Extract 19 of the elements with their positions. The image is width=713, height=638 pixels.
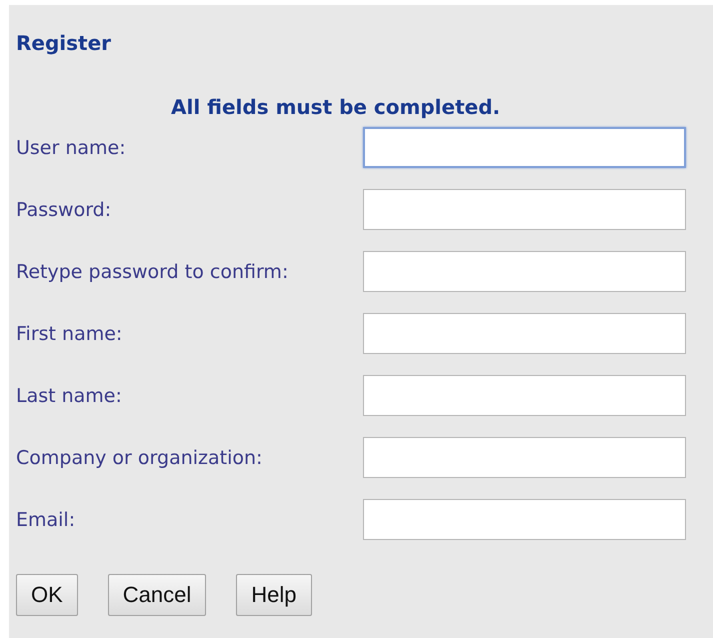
input-field[interactable] bbox=[363, 375, 686, 416]
dialog-button[interactable]: Cancel bbox=[108, 574, 206, 616]
input-field[interactable] bbox=[363, 313, 686, 354]
input-field[interactable] bbox=[363, 251, 686, 292]
input-field[interactable] bbox=[363, 499, 686, 540]
field-label: Company or organization: bbox=[16, 446, 264, 468]
dialog-button[interactable]: OK bbox=[16, 574, 78, 616]
field-label: Retype password to confirm: bbox=[16, 260, 290, 282]
field-label: First name: bbox=[16, 322, 124, 344]
dialog-title: Register bbox=[16, 31, 112, 55]
field-label: Email: bbox=[16, 508, 76, 530]
field-label: User name: bbox=[16, 136, 127, 158]
field-label: Last name: bbox=[16, 384, 123, 406]
input-field[interactable] bbox=[363, 189, 686, 230]
instruction-text: All fields must be completed. bbox=[171, 95, 500, 119]
field-label: Password: bbox=[16, 198, 112, 220]
input-field[interactable] bbox=[363, 437, 686, 478]
input-field[interactable] bbox=[363, 127, 686, 168]
dialog-button[interactable]: Help bbox=[236, 574, 312, 616]
